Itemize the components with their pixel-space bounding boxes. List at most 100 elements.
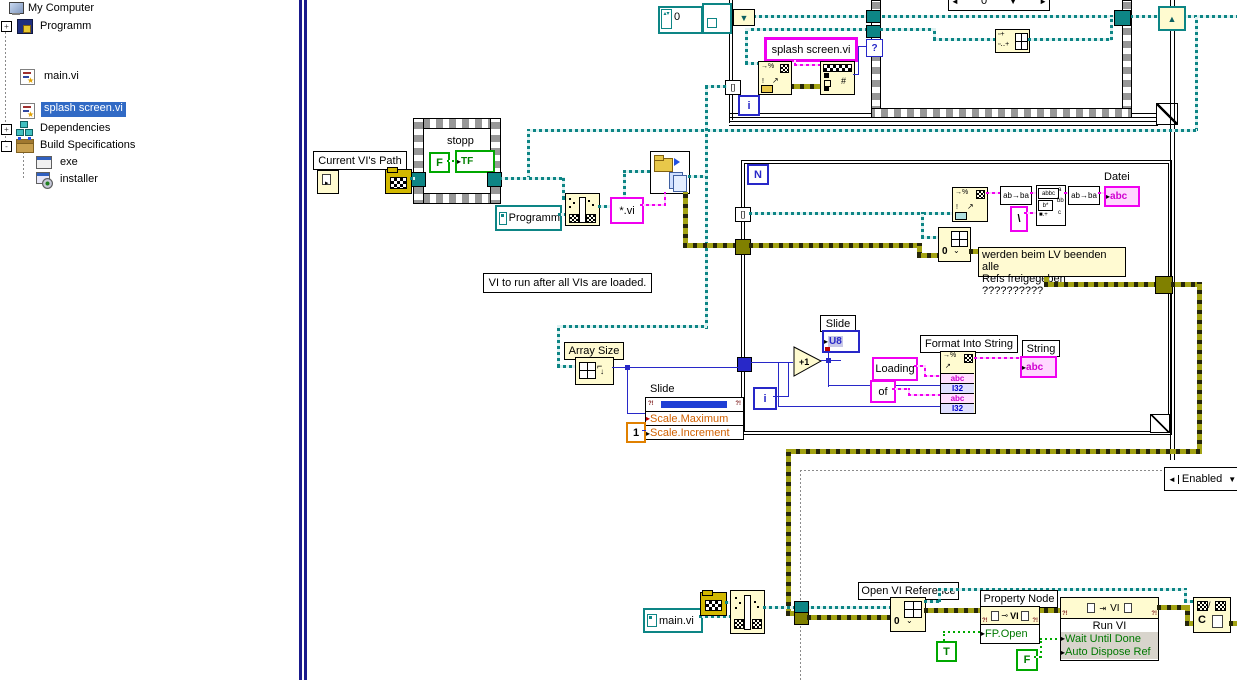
refnum-constant-programm[interactable]: Programm: [495, 205, 562, 231]
tunnel[interactable]: [866, 25, 881, 38]
arrow-glyph: ▸: [325, 180, 329, 187]
tree-item-build-specifications[interactable]: Build Specifications: [14, 137, 234, 154]
expander-icon[interactable]: +: [1, 21, 12, 32]
selector-left-arrow-icon[interactable]: ◄: [1168, 474, 1179, 484]
format-into-string-node[interactable]: →% ↗ abc I32 abc I32: [940, 351, 976, 414]
spinner-down-icon[interactable]: ▾: [667, 11, 670, 17]
subvi-icon[interactable]: [702, 3, 732, 34]
build-path-node[interactable]: [565, 193, 600, 226]
tunnel[interactable]: [866, 10, 881, 23]
spinner[interactable]: ▴▾: [661, 9, 672, 29]
constant-text: of: [878, 385, 888, 398]
tree-item-my-computer[interactable]: My Computer: [6, 1, 206, 17]
blue-arrow-icon: [674, 158, 680, 166]
disable-structure-selector[interactable]: ◄ Enabled ▼: [1164, 467, 1237, 491]
build-array-node[interactable]: ▫+ ▫‥+: [995, 29, 1030, 53]
array-size-node[interactable]: ⌐ ↓: [575, 357, 614, 385]
node-glyph: !: [956, 204, 958, 211]
iteration-terminal[interactable]: i: [738, 95, 760, 116]
pane-splitter[interactable]: [296, 0, 310, 680]
slide-property-node[interactable]: ?! ?! ▸ Scale.Maximum ▸ Scale.Increment: [645, 397, 744, 440]
match-pattern-node[interactable]: abbc b* a bb c ■.+: [1036, 185, 1066, 226]
boolean-indicator-stopp[interactable]: ▸ TF: [455, 150, 495, 173]
conditional-tunnel[interactable]: ?: [866, 39, 883, 57]
property-row-fp-open[interactable]: ▸ FP.Open: [981, 625, 1039, 642]
list-folder-node[interactable]: [650, 151, 690, 194]
tunnel[interactable]: [737, 357, 752, 372]
tree-item-dependencies[interactable]: Dependencies: [14, 120, 214, 137]
invoke-row-auto-dispose[interactable]: ▸ Auto Dispose Ref: [1061, 645, 1158, 659]
invoke-row-run-vi[interactable]: Run VI: [1061, 619, 1158, 633]
property-row-scale-maximum[interactable]: ▸ Scale.Maximum: [646, 412, 743, 425]
wire: [938, 588, 1187, 591]
sequence-selector[interactable]: ◄ 0 ▼ ►: [948, 0, 1050, 11]
slide-icon: [661, 401, 727, 408]
build-path-node[interactable]: [730, 590, 765, 634]
param-text: Wait Until Done: [1065, 632, 1142, 645]
wire: [763, 606, 890, 609]
numeric-constant-one[interactable]: 1: [626, 422, 646, 443]
invoke-row-wait-until-done[interactable]: ▸ Wait Until Done: [1061, 632, 1158, 646]
triangle-up-icon: ▲: [1167, 13, 1177, 24]
expander-icon[interactable]: -: [1, 141, 12, 152]
tree-item-splash-screen-vi[interactable]: ★ splash screen.vi: [18, 102, 238, 119]
property-row-scale-increment[interactable]: ▸ Scale.Increment: [646, 425, 743, 440]
current-vi-path-constant[interactable]: ▸: [317, 170, 339, 194]
reverse-string-node[interactable]: ab→ba: [1000, 186, 1032, 205]
label-text: Current VI's Path: [318, 154, 402, 167]
string-indicator[interactable]: ▸ abc: [1020, 356, 1057, 378]
selector-right-arrow-icon[interactable]: ►: [1039, 0, 1047, 6]
tree-item-main-vi[interactable]: ★ main.vi: [18, 68, 218, 85]
true-constant[interactable]: T: [936, 641, 957, 662]
dot: [757, 606, 759, 608]
folder-glyph: [761, 85, 773, 93]
string-constant-vi-pattern[interactable]: *.vi: [610, 197, 644, 224]
merge-node[interactable]: ▼: [733, 9, 755, 26]
string-constant-of[interactable]: of: [870, 380, 896, 403]
string-constant-backslash[interactable]: \: [1010, 206, 1028, 232]
string-constant-loading[interactable]: Loading: [872, 357, 918, 381]
reverse-string-node[interactable]: ab→ba: [1068, 186, 1100, 205]
array-picture-node[interactable]: #: [820, 61, 855, 95]
wire: [1044, 282, 1157, 287]
iteration-terminal[interactable]: i: [753, 387, 777, 410]
selector-dropdown-icon[interactable]: ▼: [1228, 475, 1236, 484]
false-constant[interactable]: F: [429, 152, 450, 173]
string-constant-splash[interactable]: splash screen.vi: [764, 37, 858, 62]
strip-path-node[interactable]: [700, 590, 727, 616]
label-text: Open VI Reference: [861, 585, 956, 597]
loop-count-terminal[interactable]: N: [747, 164, 769, 185]
or-node[interactable]: ▲: [1158, 6, 1186, 31]
close-reference-node[interactable]: / C: [1193, 597, 1231, 633]
tree-item-installer[interactable]: installer: [34, 171, 184, 189]
path-format-node[interactable]: →% ! ↗: [952, 187, 988, 222]
invoke-node-run-vi[interactable]: ⇥ VI ?! ?! Run VI ▸ Wait Until Done ▸ Au…: [1060, 597, 1159, 661]
wire: [1024, 212, 1036, 214]
numeric-value[interactable]: 0: [674, 11, 680, 23]
false-constant[interactable]: F: [1016, 649, 1038, 671]
format-row-i32: I32: [941, 383, 974, 393]
refnum-constant-main-vi[interactable]: main.vi: [643, 608, 703, 633]
tree-item-label: splash screen.vi: [44, 102, 123, 114]
tree-item-exe[interactable]: exe: [34, 154, 184, 171]
tunnel[interactable]: [1114, 10, 1131, 26]
numeric-constant[interactable]: ▴▾ 0: [658, 6, 703, 34]
string-indicator-datei[interactable]: ▸ abc: [1104, 186, 1140, 207]
tree-item-programm[interactable]: Programm: [14, 18, 214, 34]
index-tunnel[interactable]: []: [725, 80, 741, 95]
strip-path-node[interactable]: [385, 167, 412, 194]
expander-icon[interactable]: +: [1, 124, 12, 135]
path-format-node[interactable]: →% ! ↗: [758, 61, 792, 95]
open-vi-reference-node[interactable]: 0 ⌄: [890, 597, 926, 632]
wire: [790, 84, 820, 89]
zero-glyph: 0: [942, 246, 948, 257]
node-glyph: ↓: [600, 367, 604, 376]
increment-node[interactable]: +1: [793, 346, 823, 378]
wire: [612, 367, 745, 368]
stopp-label: stopp: [447, 135, 474, 147]
selector-left-arrow-icon[interactable]: ◄: [951, 0, 959, 6]
vi-property-node[interactable]: ⊸ VI ?! ?! ▸ FP.Open: [980, 606, 1040, 644]
selector-dropdown-icon[interactable]: ▼: [1009, 0, 1017, 6]
index-array-node[interactable]: 0 ⌄: [938, 227, 971, 262]
property-text: Scale.Maximum: [650, 412, 729, 425]
